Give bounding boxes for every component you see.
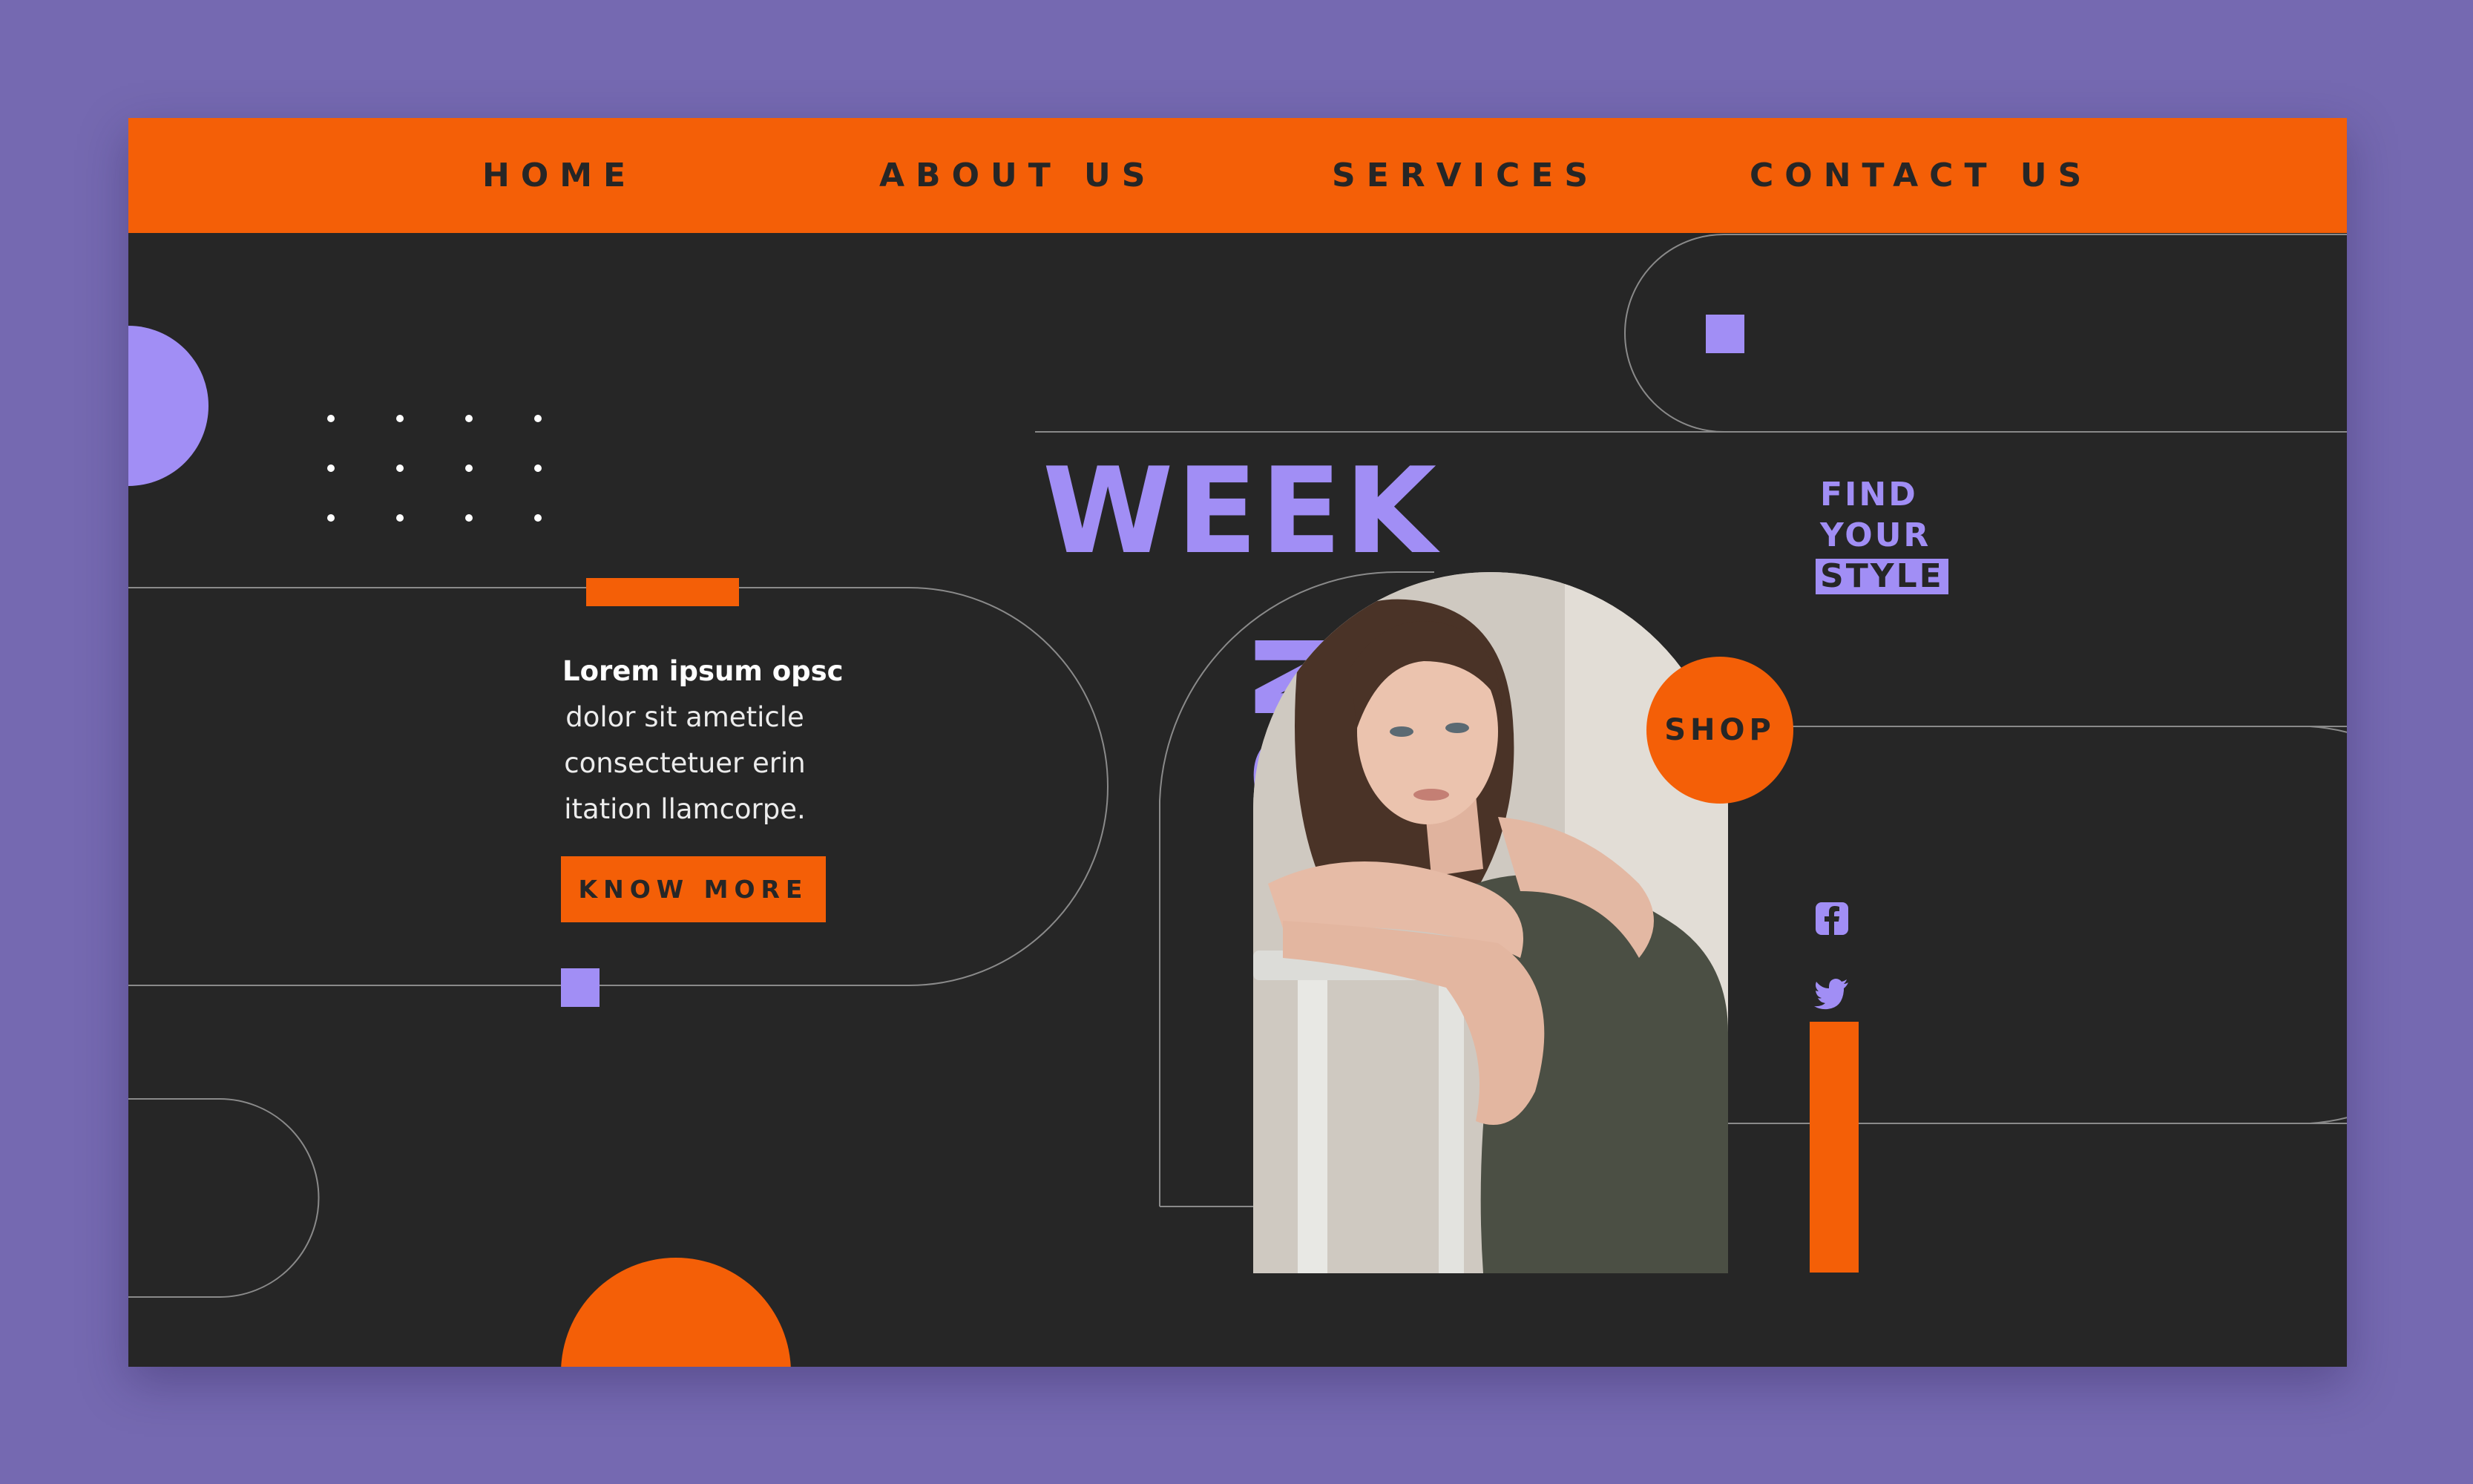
model-photo: [1253, 572, 1728, 1273]
orange-bar-decoration: [586, 578, 739, 606]
tagline-line: YOUR: [1820, 516, 1931, 554]
tagline-highlight: STYLE: [1816, 559, 1948, 594]
twitter-icon[interactable]: [1813, 974, 1851, 1012]
intro-heading: Lorem ipsum opsc: [562, 655, 844, 687]
tagline-line: FIND: [1820, 476, 1918, 513]
intro-line: dolor sit ameticle: [565, 701, 804, 733]
dot-grid-decoration: [128, 118, 542, 522]
find-your-style-tagline: FIND YOUR STYLE: [1816, 474, 1948, 597]
intro-line: itation llamcorpe.: [564, 793, 806, 825]
intro-line: consectetuer erin: [564, 747, 806, 779]
title-week: WEEK: [1042, 441, 1440, 580]
shop-button[interactable]: SHOP: [1646, 657, 1793, 804]
purple-square-decoration-top: [1706, 315, 1744, 353]
intro-text-block: Lorem ipsum opsc dolor sit ameticle cons…: [562, 649, 844, 833]
purple-square-decoration: [561, 968, 600, 1007]
know-more-button[interactable]: KNOW MORE: [561, 856, 826, 922]
landing-page-frame: HOME ABOUT US SERVICES CONTACT US Lorem …: [128, 118, 2347, 1367]
facebook-icon[interactable]: [1813, 899, 1851, 938]
model-photo-illustration: [1253, 572, 1728, 1273]
orange-vertical-bar-decoration: [1810, 1022, 1859, 1273]
